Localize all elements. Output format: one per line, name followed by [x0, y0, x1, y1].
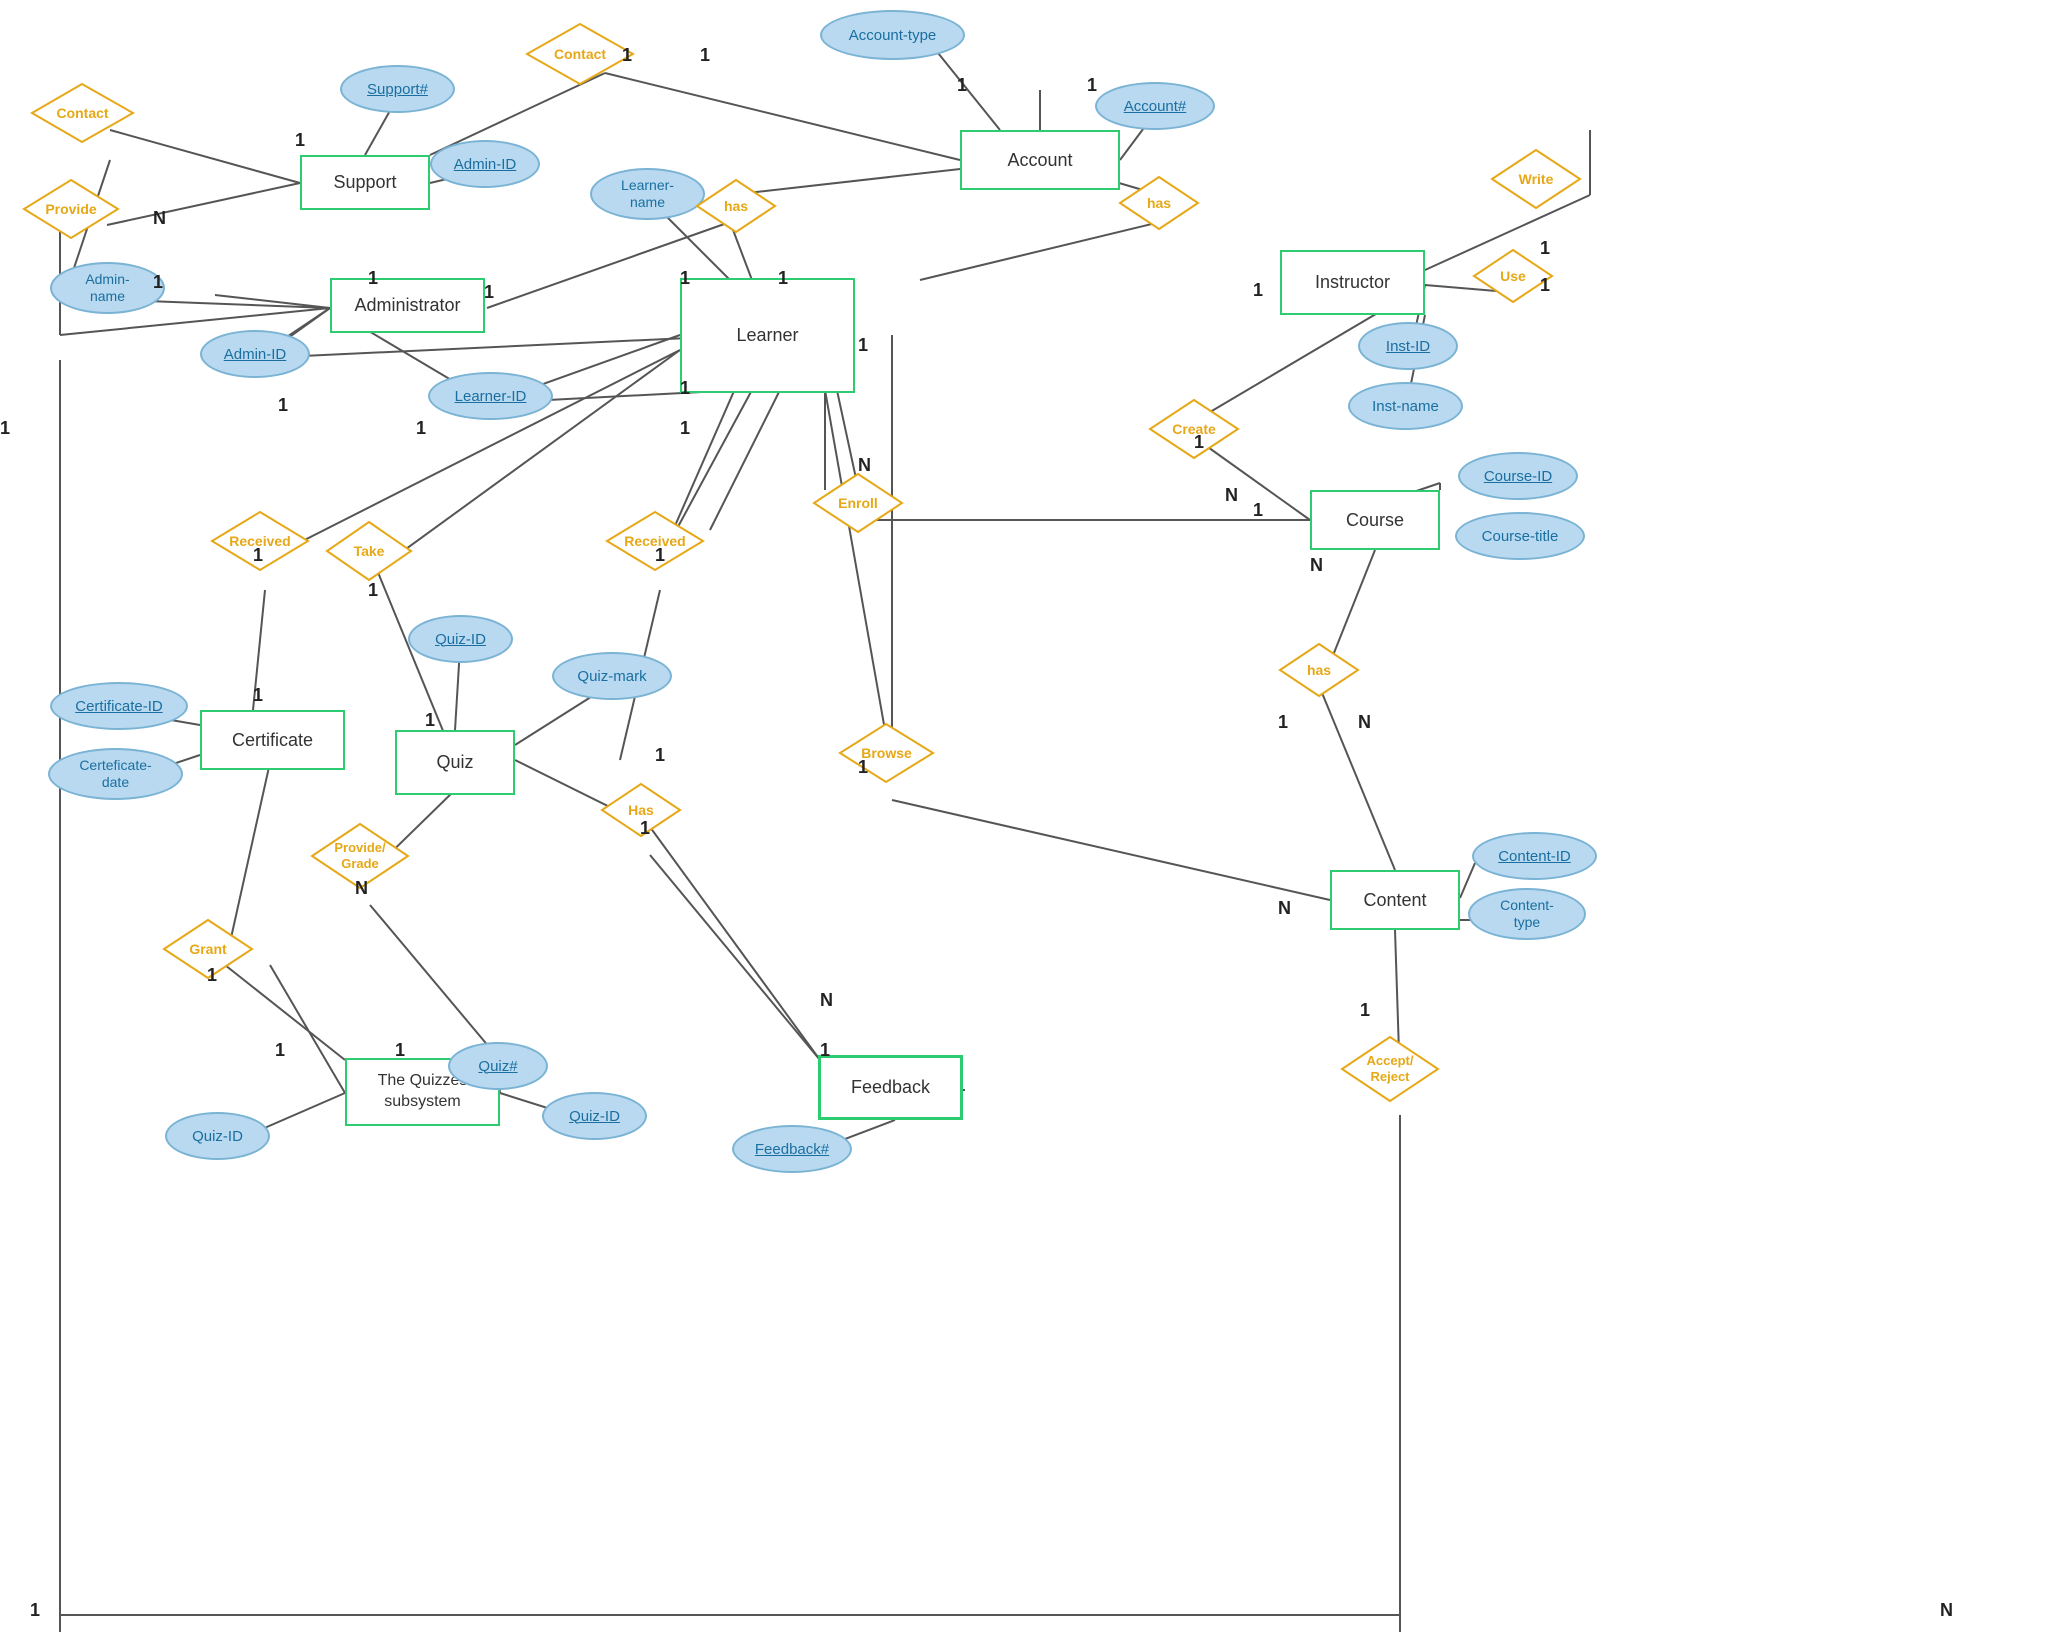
card-38: 1	[395, 1040, 405, 1061]
card-34: 1	[640, 818, 650, 839]
attr-feedback-hash: Feedback#	[732, 1125, 852, 1173]
card-39: 1	[207, 965, 217, 986]
diamond-provide: Provide	[22, 178, 120, 240]
card-31: 1	[858, 335, 868, 356]
card-22: 1	[655, 745, 665, 766]
diamond-contact-left: Contact	[30, 82, 135, 145]
attr-quiz-hash: Quiz#	[448, 1042, 548, 1090]
diamond-take: Take	[325, 520, 413, 582]
attr-inst-name: Inst-name	[1348, 382, 1463, 430]
card-13: 1	[416, 418, 426, 439]
attr-quiz-mark: Quiz-mark	[552, 652, 672, 700]
entity-content: Content	[1330, 870, 1460, 930]
entity-administrator: Administrator	[330, 278, 485, 333]
card-12: 1	[278, 395, 288, 416]
attr-quiz-id-sub: Quiz-ID	[165, 1112, 270, 1160]
card-10: 1	[680, 268, 690, 289]
diamond-accept-reject: Accept/Reject	[1340, 1035, 1440, 1103]
card-40: 1	[275, 1040, 285, 1061]
card-15: 1	[680, 378, 690, 399]
card-11: 1	[778, 268, 788, 289]
attr-certificate-id: Certificate-ID	[50, 682, 188, 730]
diamond-has-course: has	[1278, 642, 1360, 698]
card-5: 1	[295, 130, 305, 151]
diamond-contact-top: Contact	[525, 22, 635, 87]
attr-admin-name: Admin-name	[50, 262, 165, 314]
card-16: 1	[0, 418, 10, 439]
card-9: 1	[484, 282, 494, 303]
entity-certificate: Certificate	[200, 710, 345, 770]
card-28: 1	[1253, 500, 1263, 521]
entity-support: Support	[300, 155, 430, 210]
attr-admin-id-top: Admin-ID	[430, 140, 540, 188]
attr-learner-name: Learner-name	[590, 168, 705, 220]
card-42: N	[1940, 1600, 1953, 1621]
card-7: 1	[153, 272, 163, 293]
entity-account: Account	[960, 130, 1120, 190]
entity-feedback: Feedback	[818, 1055, 963, 1120]
attr-content-type: Content-type	[1468, 888, 1586, 940]
attr-content-id: Content-ID	[1472, 832, 1597, 880]
card-43: 1	[30, 1600, 40, 1621]
card-41: 1	[1360, 1000, 1370, 1021]
card-30: N	[1358, 712, 1371, 733]
card-24: N	[1225, 485, 1238, 506]
diamond-enroll: Enroll	[812, 472, 904, 534]
card-36: 1	[820, 1040, 830, 1061]
attr-learner-id: Learner-ID	[428, 372, 553, 420]
card-14: 1	[680, 418, 690, 439]
diamond-has-right: has	[1118, 175, 1200, 231]
attr-admin-id-bot: Admin-ID	[200, 330, 310, 378]
diagram-lines	[0, 0, 2059, 1632]
attr-support-hash: Support#	[340, 65, 455, 113]
entity-course: Course	[1310, 490, 1440, 550]
attr-account-type: Account-type	[820, 10, 965, 60]
entity-learner: Learner	[680, 278, 855, 393]
diamond-write: Write	[1490, 148, 1582, 210]
card-45: 1	[1540, 275, 1550, 296]
card-33: N	[1278, 898, 1291, 919]
card-27: 1	[1253, 280, 1263, 301]
card-19: 1	[368, 580, 378, 601]
diamond-browse: Browse	[838, 722, 935, 785]
attr-certificate-date: Certeficate-date	[48, 748, 183, 800]
card-35: N	[820, 990, 833, 1011]
card-1: 1	[622, 45, 632, 66]
diamond-has-top: has	[695, 178, 777, 234]
attr-account-hash: Account#	[1095, 82, 1215, 130]
card-29: 1	[1278, 712, 1288, 733]
attr-course-id: Course-ID	[1458, 452, 1578, 500]
card-18: 1	[253, 685, 263, 706]
attr-course-title: Course-title	[1455, 512, 1585, 560]
card-44: 1	[1540, 238, 1550, 259]
card-37: N	[355, 878, 368, 899]
entity-quiz: Quiz	[395, 730, 515, 795]
attr-inst-id: Inst-ID	[1358, 322, 1458, 370]
card-3: 1	[1087, 75, 1097, 96]
entity-instructor: Instructor	[1280, 250, 1425, 315]
card-25: N	[1310, 555, 1323, 576]
card-4: 1	[700, 45, 710, 66]
attr-quiz-id-bot: Quiz-ID	[542, 1092, 647, 1140]
card-23: N	[858, 455, 871, 476]
card-6: N	[153, 208, 166, 229]
card-8: 1	[368, 268, 378, 289]
card-20: 1	[425, 710, 435, 731]
attr-quiz-id-top: Quiz-ID	[408, 615, 513, 663]
card-2: 1	[957, 75, 967, 96]
